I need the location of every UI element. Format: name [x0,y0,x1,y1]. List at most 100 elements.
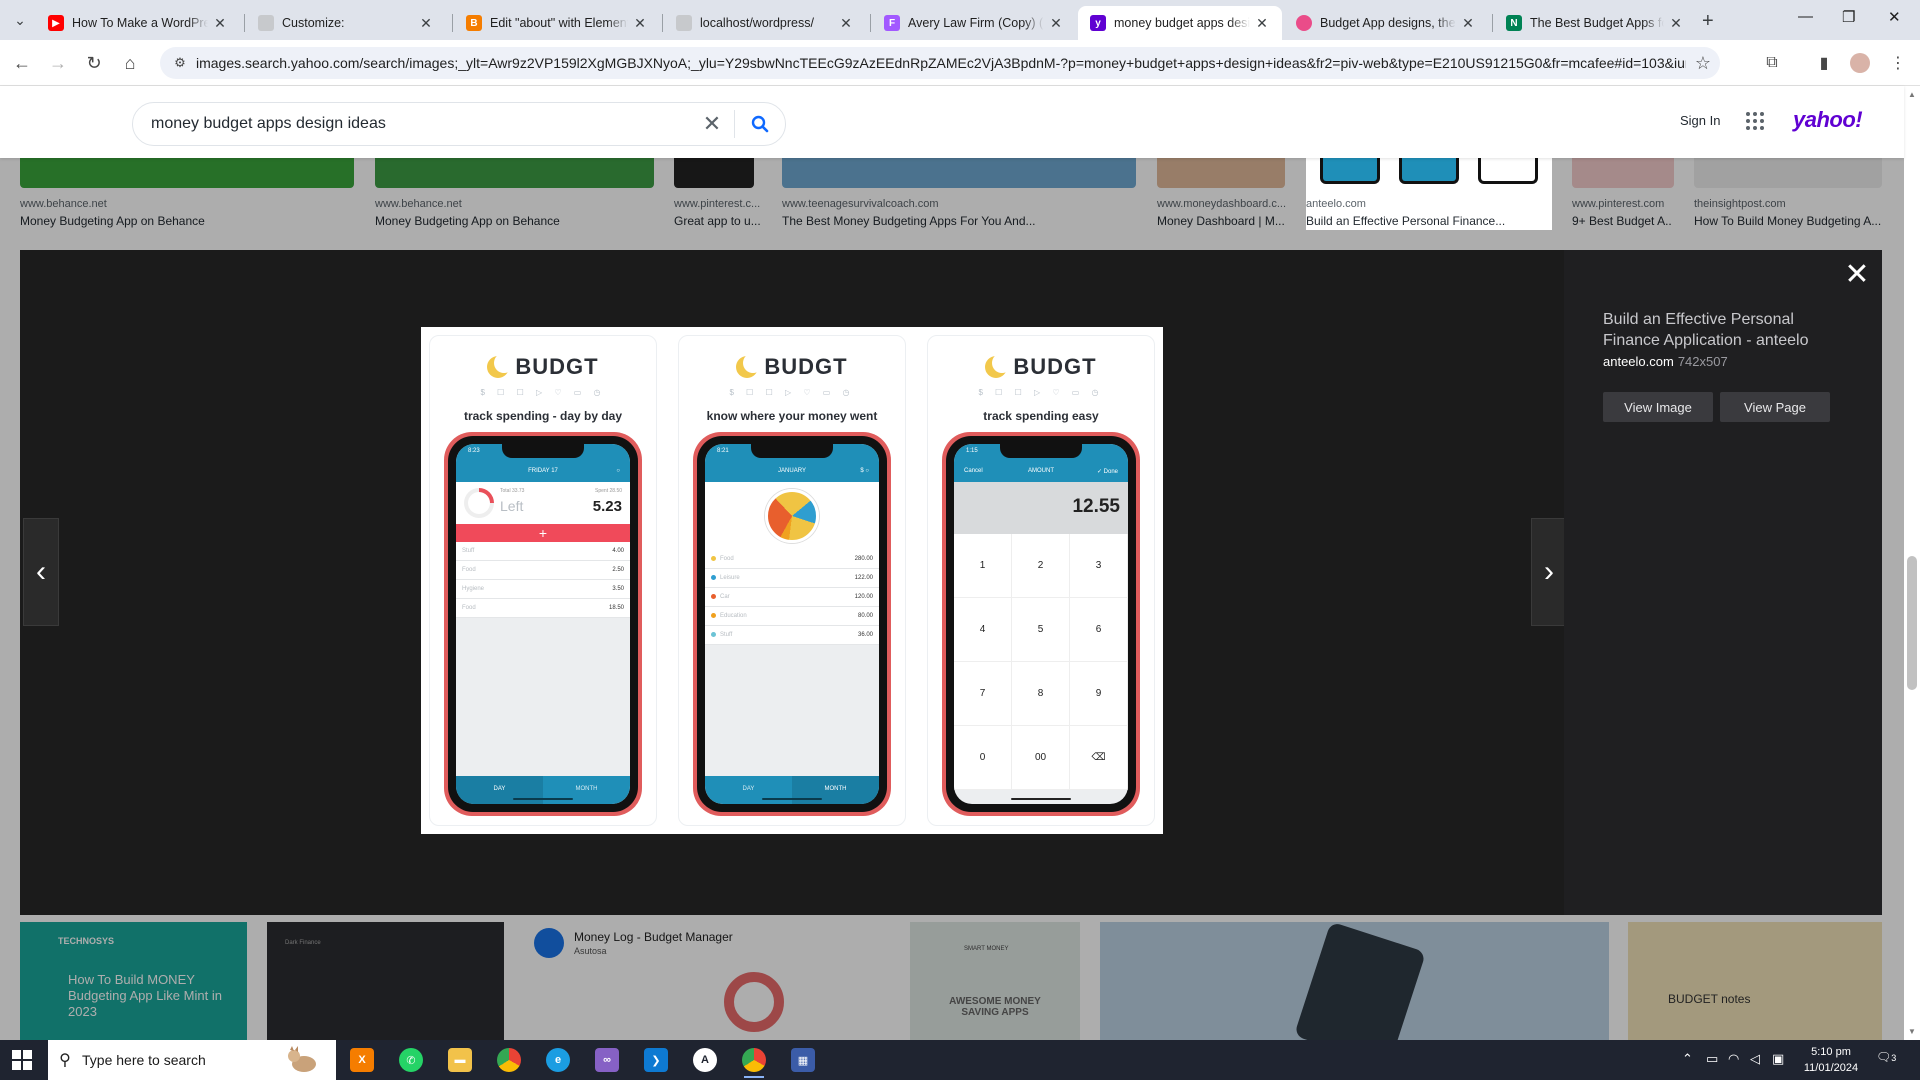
display-icon[interactable]: ▣ [1772,1051,1784,1067]
wifi-icon[interactable]: ◠ [1728,1051,1739,1067]
forward-arrow-icon[interactable]: → [46,51,70,75]
result-title[interactable]: How To Build Money Budgeting A... [1694,214,1884,228]
tab-search-chevron-icon[interactable]: ⌄ [8,8,32,32]
vscode-icon[interactable]: ❯ [644,1048,668,1072]
chrome-icon[interactable] [497,1048,521,1072]
result-thumbnail[interactable] [1572,158,1674,188]
volume-icon[interactable]: ◁ [1750,1051,1760,1067]
result-thumbnail[interactable]: Dark Finance [267,922,504,1040]
search-icon[interactable] [735,115,785,133]
minimize-icon[interactable]: — [1798,8,1813,25]
browser-tab[interactable]: Customize: ✕ [246,6,446,40]
xampp-icon[interactable]: X [350,1048,374,1072]
site-info-icon[interactable]: ⚙ [164,55,196,71]
home-icon[interactable]: ⌂ [118,51,142,75]
sign-in-link[interactable]: Sign In [1680,113,1720,128]
profile-avatar[interactable] [1850,53,1870,73]
browser-tab[interactable]: F Avery Law Firm (Copy) (C ✕ [872,6,1076,40]
whatsapp-icon[interactable]: ✆ [399,1048,423,1072]
result-source: www.pinterest.com [1572,198,1665,210]
result-thumbnail[interactable]: SMART MONEY AWESOME MONEY SAVING APPS [910,922,1080,1040]
close-tab-icon[interactable]: ✕ [418,15,434,32]
result-thumbnail[interactable] [375,158,654,188]
browser-tab[interactable]: ▶ How To Make a WordPress ✕ [36,6,240,40]
result-thumbnail[interactable] [20,158,354,188]
result-title[interactable]: 9+ Best Budget A... [1572,214,1672,228]
result-title[interactable]: Great app to u... [674,214,764,228]
side-panel-icon[interactable]: ▮ [1812,51,1836,75]
browser-tab[interactable]: N The Best Budget Apps for ✕ [1494,6,1696,40]
calculator-icon[interactable]: ▦ [791,1048,815,1072]
result-thumbnail[interactable] [782,158,1136,188]
back-arrow-icon[interactable]: ← [10,51,34,75]
result-thumbnail[interactable] [1157,158,1285,188]
address-bar[interactable]: ⚙ images.search.yahoo.com/search/images;… [160,47,1720,79]
view-image-button[interactable]: View Image [1603,392,1713,422]
close-tab-icon[interactable]: ✕ [1668,15,1684,32]
clear-search-icon[interactable]: ✕ [690,111,734,137]
preview-title[interactable]: Build an Effective Personal Finance Appl… [1603,309,1843,351]
close-tab-icon[interactable]: ✕ [632,15,648,32]
page-scrollbar[interactable]: ▲ ▼ [1904,86,1920,1040]
notification-center-icon[interactable]: 🗨3 [1876,1050,1898,1070]
browser-tab[interactable]: B Edit "about" with Elementor ✕ [454,6,660,40]
battery-icon[interactable]: ▭ [1706,1051,1718,1067]
search-box[interactable]: money budget apps design ideas ✕ [132,102,786,146]
result-thumbnail[interactable] [1100,922,1609,1040]
windows-start-icon[interactable] [12,1050,32,1070]
result-title[interactable]: The Best Money Budgeting Apps For You An… [782,214,1136,228]
selected-result-card[interactable]: anteelo.com Build an Effective Personal … [1306,158,1552,230]
close-icon[interactable]: ✕ [1842,260,1872,290]
result-title[interactable]: Money Budgeting App on Behance [375,214,645,228]
browser-tab[interactable]: localhost/wordpress/ ✕ [664,6,866,40]
visual-studio-icon[interactable]: ∞ [595,1048,619,1072]
preview-image[interactable]: BUDGT $ ☐ ☐ ▷ ♡ ▭ ◷ track spending - day… [421,327,1163,834]
browser-menu-icon[interactable]: ⋮ [1886,51,1910,75]
close-tab-icon[interactable]: ✕ [1460,15,1476,32]
close-tab-icon[interactable]: ✕ [1048,15,1064,32]
result-title[interactable]: Build an Effective Personal Finance... [1306,214,1546,228]
result-thumbnail[interactable]: Money Log - Budget Manager Asutosa [524,922,894,1040]
new-tab-plus-icon[interactable]: + [1702,10,1714,33]
previous-arrow-icon[interactable]: ‹ [23,518,59,626]
close-tab-icon[interactable]: ✕ [838,15,854,32]
next-arrow-icon[interactable]: › [1531,518,1567,626]
bookmark-star-icon[interactable]: ☆ [1686,53,1720,74]
preview-domain[interactable]: anteelo.com [1603,354,1674,369]
feature-icons-row: $ ☐ ☐ ▷ ♡ ▭ ◷ [729,388,855,397]
spending-pie-chart [765,489,819,543]
brand-name: BUDGT [515,354,599,379]
reload-icon[interactable]: ↻ [82,51,106,75]
close-tab-icon[interactable]: ✕ [212,15,228,32]
phone-mockup: 8:23 FRIDAY 17 ○ Total 33.73 Spent 28.50 L… [444,432,642,816]
scrollbar-thumb[interactable] [1907,556,1917,690]
close-tab-icon[interactable]: ✕ [1254,15,1270,32]
result-thumbnail[interactable]: BUDGET notes [1628,922,1882,1040]
figma-icon: F [884,15,900,31]
result-source: anteelo.com [1306,198,1366,210]
system-clock[interactable]: 5:10 pm 11/01/2024 [1796,1044,1866,1076]
result-thumbnail[interactable]: TECHNOSYS How To Build MONEY Budgeting A… [20,922,247,1040]
app-store-icon[interactable]: A [693,1048,717,1072]
apps-grid-icon[interactable] [1746,112,1764,130]
extensions-puzzle-icon[interactable]: ⧉ [1760,51,1784,75]
search-input[interactable]: money budget apps design ideas [133,115,690,133]
chrome-active-icon[interactable] [742,1048,766,1078]
file-explorer-icon[interactable]: ▬ [448,1048,472,1072]
yahoo-logo[interactable]: yahoo! [1793,107,1863,133]
restore-icon[interactable]: ❐ [1842,8,1855,26]
result-title[interactable]: Money Dashboard | M... [1157,214,1289,228]
edge-icon[interactable]: e [546,1048,570,1072]
view-page-button[interactable]: View Page [1720,392,1830,422]
browser-tab-active[interactable]: y money budget apps desig ✕ [1078,6,1282,40]
taskbar-search[interactable]: ⚲ Type here to search [48,1040,336,1080]
show-hidden-icons-chevron[interactable]: ⌃ [1682,1051,1693,1067]
result-thumbnail[interactable] [1694,158,1882,188]
result-source: www.behance.net [20,198,107,210]
screen-tagline: track spending - day by day [463,409,623,423]
result-title[interactable]: Money Budgeting App on Behance [20,214,350,228]
screen-tagline: track spending easy [983,409,1099,423]
browser-tab[interactable]: Budget App designs, then ✕ [1284,6,1488,40]
window-close-icon[interactable]: ✕ [1888,8,1901,26]
result-thumbnail[interactable] [674,158,754,188]
